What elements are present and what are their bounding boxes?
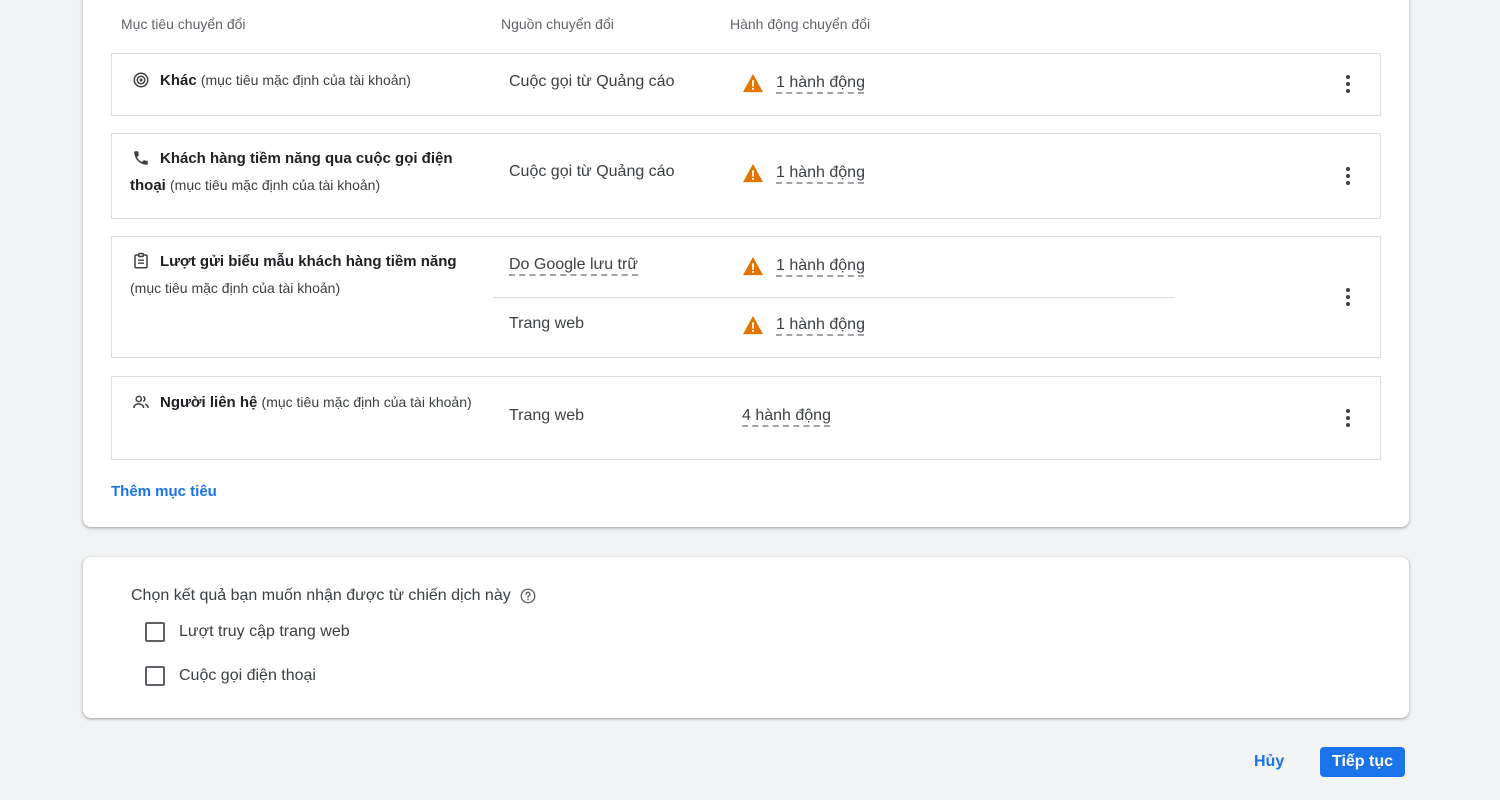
- action-link[interactable]: 1 hành động: [742, 163, 865, 183]
- campaign-results-card: Chọn kết quả bạn muốn nhận được từ chiến…: [83, 557, 1409, 718]
- action-link[interactable]: 4 hành động: [742, 407, 831, 425]
- more-options-icon[interactable]: [1336, 285, 1360, 309]
- action-count[interactable]: 1 hành động: [776, 74, 865, 92]
- source-ad-calls: Cuộc gọi từ Quảng cáo: [509, 163, 675, 180]
- goal-row-phone-leads: Khách hàng tiềm năng qua cuộc gọi điện t…: [111, 133, 1381, 219]
- header-action: Hành động chuyển đổi: [730, 16, 871, 32]
- option-website-visits[interactable]: Lượt truy cập trang web: [145, 622, 350, 642]
- goal-row-lead-forms: Lượt gửi biểu mẫu khách hàng tiềm năng (…: [111, 236, 1381, 358]
- results-question: Chọn kết quả bạn muốn nhận được từ chiến…: [131, 587, 537, 605]
- cancel-button[interactable]: Hủy: [1254, 753, 1284, 771]
- row-divider: [493, 297, 1175, 298]
- goal-row-other: Khác (mục tiêu mặc định của tài khoản) C…: [111, 53, 1381, 116]
- clipboard-icon: [134, 252, 148, 269]
- goal-title: Khác: [160, 72, 197, 89]
- more-options-icon[interactable]: [1336, 406, 1360, 430]
- goal-name-lead-forms: Lượt gửi biểu mẫu khách hàng tiềm năng (…: [130, 249, 480, 302]
- option-label: Lượt truy cập trang web: [179, 623, 350, 640]
- goal-subtitle: (mục tiêu mặc định của tài khoản): [200, 72, 411, 88]
- more-options-icon[interactable]: [1336, 164, 1360, 188]
- goal-title: Lượt gửi biểu mẫu khách hàng tiềm năng: [160, 253, 457, 270]
- source-website: Trang web: [509, 315, 584, 332]
- goal-subtitle: (mục tiêu mặc định của tài khoản): [170, 177, 381, 193]
- action-link[interactable]: 1 hành động: [742, 73, 865, 93]
- warning-icon: [743, 73, 763, 93]
- warning-icon: [743, 256, 763, 276]
- goal-row-contacts: Người liên hệ (mục tiêu mặc định của tài…: [111, 376, 1381, 460]
- more-options-icon[interactable]: [1336, 72, 1360, 96]
- conversion-goals-card: Mục tiêu chuyển đổi Nguồn chuyển đổi Hàn…: [83, 0, 1409, 527]
- results-question-text: Chọn kết quả bạn muốn nhận được từ chiến…: [131, 587, 511, 604]
- continue-button[interactable]: Tiếp tục: [1320, 747, 1405, 777]
- action-count[interactable]: 1 hành động: [776, 316, 865, 334]
- option-label: Cuộc gọi điện thoại: [179, 667, 316, 684]
- checkbox[interactable]: [145, 666, 165, 686]
- checkbox[interactable]: [145, 622, 165, 642]
- goal-subtitle: (mục tiêu mặc định của tài khoản): [130, 280, 341, 296]
- goal-name-other: Khác (mục tiêu mặc định của tài khoản): [130, 67, 480, 94]
- action-count[interactable]: 1 hành động: [776, 164, 865, 182]
- warning-icon: [743, 315, 763, 335]
- source-website: Trang web: [509, 407, 584, 424]
- people-icon: [133, 395, 149, 409]
- target-icon: [133, 72, 149, 88]
- action-link[interactable]: 1 hành động: [742, 256, 865, 276]
- goal-title: Người liên hệ: [160, 394, 258, 411]
- goal-subtitle: (mục tiêu mặc định của tài khoản): [261, 394, 472, 410]
- header-goal: Mục tiêu chuyển đổi: [121, 16, 246, 32]
- action-count[interactable]: 1 hành động: [776, 257, 865, 275]
- warning-icon: [743, 163, 763, 183]
- phone-icon: [134, 151, 148, 165]
- help-icon[interactable]: [519, 587, 537, 605]
- source-google-hosted[interactable]: Do Google lưu trữ: [509, 256, 638, 274]
- action-count[interactable]: 4 hành động: [742, 407, 831, 425]
- option-phone-calls[interactable]: Cuộc gọi điện thoại: [145, 666, 316, 686]
- action-link[interactable]: 1 hành động: [742, 315, 865, 335]
- goal-name-contacts: Người liên hệ (mục tiêu mặc định của tài…: [130, 389, 480, 416]
- source-ad-calls: Cuộc gọi từ Quảng cáo: [509, 73, 675, 90]
- goal-name-phone-leads: Khách hàng tiềm năng qua cuộc gọi điện t…: [130, 146, 480, 199]
- add-goal-link[interactable]: Thêm mục tiêu: [111, 483, 217, 500]
- header-source: Nguồn chuyển đổi: [501, 16, 614, 32]
